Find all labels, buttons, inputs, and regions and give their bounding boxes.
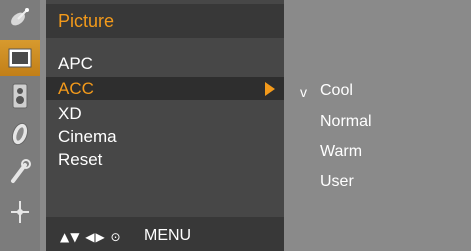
menu-title: Picture [58, 11, 115, 31]
menu-item-label: Cinema [58, 127, 117, 146]
category-pip[interactable] [0, 194, 40, 230]
menu-item-label: XD [58, 104, 82, 123]
category-station[interactable] [0, 0, 40, 36]
menu-item-label: Reset [58, 150, 103, 169]
option-user[interactable]: User [320, 173, 354, 191]
pip-icon [11, 201, 29, 223]
category-option[interactable] [0, 154, 40, 190]
category-time[interactable] [0, 116, 40, 152]
option-warm[interactable]: Warm [320, 143, 362, 161]
menu-item-acc[interactable]: ACC [46, 77, 284, 100]
category-icon-column [0, 0, 40, 251]
category-sound[interactable] [0, 78, 40, 114]
arrow-right-icon [265, 82, 275, 96]
option-cool[interactable]: Cool [320, 82, 353, 100]
wrench-icon [11, 159, 31, 183]
menu-item-apc[interactable]: APC [46, 52, 284, 75]
menu-item-xd[interactable]: XD [46, 102, 284, 125]
osd-menu: Picture APC ACC XD Cinema Reset ▲▼ ◀▶ ⊙ … [0, 0, 471, 251]
menu-item-label: ACC [58, 79, 94, 98]
satellite-dish-icon [11, 8, 29, 26]
category-picture[interactable] [0, 40, 40, 76]
timer-icon [11, 122, 29, 146]
nav-menu-label: MENU [144, 227, 192, 244]
menu-item-label: APC [58, 54, 93, 73]
menu-panel: Picture APC ACC XD Cinema Reset ▲▼ ◀▶ ⊙ … [46, 0, 284, 251]
picture-icon [8, 48, 32, 68]
menu-item-reset[interactable]: Reset [46, 148, 284, 171]
title-bar: Picture [46, 4, 284, 38]
speaker-icon [12, 83, 28, 109]
nav-hint-bar: ▲▼ ◀▶ ⊙ MENU [46, 217, 284, 251]
check-mark-icon: v [300, 84, 307, 100]
menu-item-cinema[interactable]: Cinema [46, 125, 284, 148]
nav-arrows-icon: ▲▼ ◀▶ ⊙ [60, 230, 122, 244]
option-normal[interactable]: Normal [320, 113, 372, 131]
